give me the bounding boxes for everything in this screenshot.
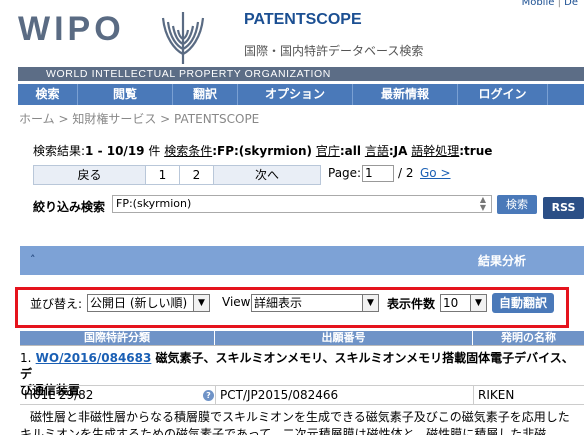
page-2-link[interactable]: 2 (180, 166, 214, 184)
result-abstract: 磁性層と非磁性層からなる積層膜でスキルミオンを生成できる磁気素子及びこの磁気素子… (20, 410, 570, 435)
col-ipc[interactable]: 国際特許分類 (20, 331, 215, 345)
sort-label: 並び替え: (30, 297, 83, 311)
page-label: Page: (328, 166, 362, 180)
nav-search[interactable]: 検索 (18, 84, 78, 105)
results-analysis-title[interactable]: 結果分析 (478, 252, 526, 269)
page-1-link[interactable]: 1 (146, 166, 180, 184)
app-number-value: PCT/JP2015/082466 (220, 388, 339, 402)
applicant-value: RIKEN (478, 388, 515, 402)
refine-search-input[interactable]: FP:(skyrmion) (112, 195, 492, 213)
stem-link[interactable]: 語幹処理 (411, 144, 459, 158)
search-button[interactable]: 検索 (497, 195, 537, 214)
wipo-logo[interactable]: WIPO (18, 10, 125, 49)
chevron-up-icon[interactable]: ˄ (30, 253, 36, 266)
main-nav: 検索 閲覧 翻訳 オプション 最新情報 ログイン (18, 84, 584, 105)
lang-link[interactable]: 言語 (365, 144, 389, 158)
nav-news[interactable]: 最新情報 (353, 84, 458, 105)
mobile-link[interactable]: Mobile (522, 0, 555, 8)
pager: 戻る 1 2 次へ (33, 165, 321, 185)
office-link[interactable]: 官庁 (316, 144, 340, 158)
refine-label: 絞り込み検索 (33, 200, 106, 214)
ipc-value[interactable]: H01L 29/82 (24, 388, 93, 402)
wipo-emblem-icon (161, 12, 205, 64)
rss-button[interactable]: RSS (543, 197, 584, 219)
divider (20, 345, 584, 346)
site-title[interactable]: PATENTSCOPE (244, 11, 362, 29)
cond-link[interactable]: 検索条件 (164, 144, 212, 158)
count-label: 表示件数 (387, 297, 436, 311)
sort-select[interactable]: 公開日 (新しい順) ▼ (87, 294, 210, 312)
breadcrumb-ip-services[interactable]: 知財権サービス (72, 112, 156, 126)
view-label: View (222, 295, 251, 309)
top-links: Mobile | De (522, 0, 578, 8)
breadcrumb: ホーム > 知財権サービス > PATENTSCOPE (19, 112, 260, 126)
prev-button[interactable]: 戻る (34, 166, 146, 184)
de-link[interactable]: De (564, 0, 578, 8)
pub-number-link[interactable]: WO/2016/084683 (36, 351, 152, 365)
spinner-icon[interactable]: ▲ ▼ (476, 196, 490, 212)
chevron-down-icon: ▼ (470, 295, 486, 311)
auto-translate-button[interactable]: 自動翻訳 (492, 293, 554, 313)
nav-login[interactable]: ログイン (458, 84, 548, 105)
table-row: H01L 29/82 PCT/JP2015/082466 RIKEN (20, 385, 584, 405)
table-header: 国際特許分類 出願番号 発明の名称 (20, 331, 584, 345)
site-subtitle: 国際・国内特許データベース検索 (244, 44, 424, 58)
page-total: / 2 (398, 166, 414, 180)
col-title[interactable]: 発明の名称 (473, 331, 584, 345)
page-input[interactable]: 1 (362, 165, 394, 182)
search-summary: 検索結果:1 - 10/19 件 検索条件:FP:(skyrmion) 官庁:a… (33, 144, 493, 158)
count-select[interactable]: 10 ▼ (440, 294, 487, 312)
org-name-bar: WORLD INTELLECTUAL PROPERTY ORGANIZATION (18, 67, 584, 81)
info-icon[interactable]: ? (203, 390, 214, 401)
nav-options[interactable]: オプション (238, 84, 353, 105)
chevron-down-icon: ▼ (193, 295, 209, 311)
breadcrumb-home[interactable]: ホーム (19, 112, 55, 126)
nav-translate[interactable]: 翻訳 (173, 84, 238, 105)
nav-browse[interactable]: 閲覧 (78, 84, 173, 105)
col-app-number[interactable]: 出願番号 (215, 331, 473, 345)
next-button[interactable]: 次へ (214, 166, 320, 184)
go-button[interactable]: Go > (420, 166, 451, 180)
chevron-down-icon: ▼ (362, 295, 378, 311)
breadcrumb-patentscope[interactable]: PATENTSCOPE (174, 112, 259, 126)
view-select[interactable]: 詳細表示 ▼ (251, 294, 379, 312)
